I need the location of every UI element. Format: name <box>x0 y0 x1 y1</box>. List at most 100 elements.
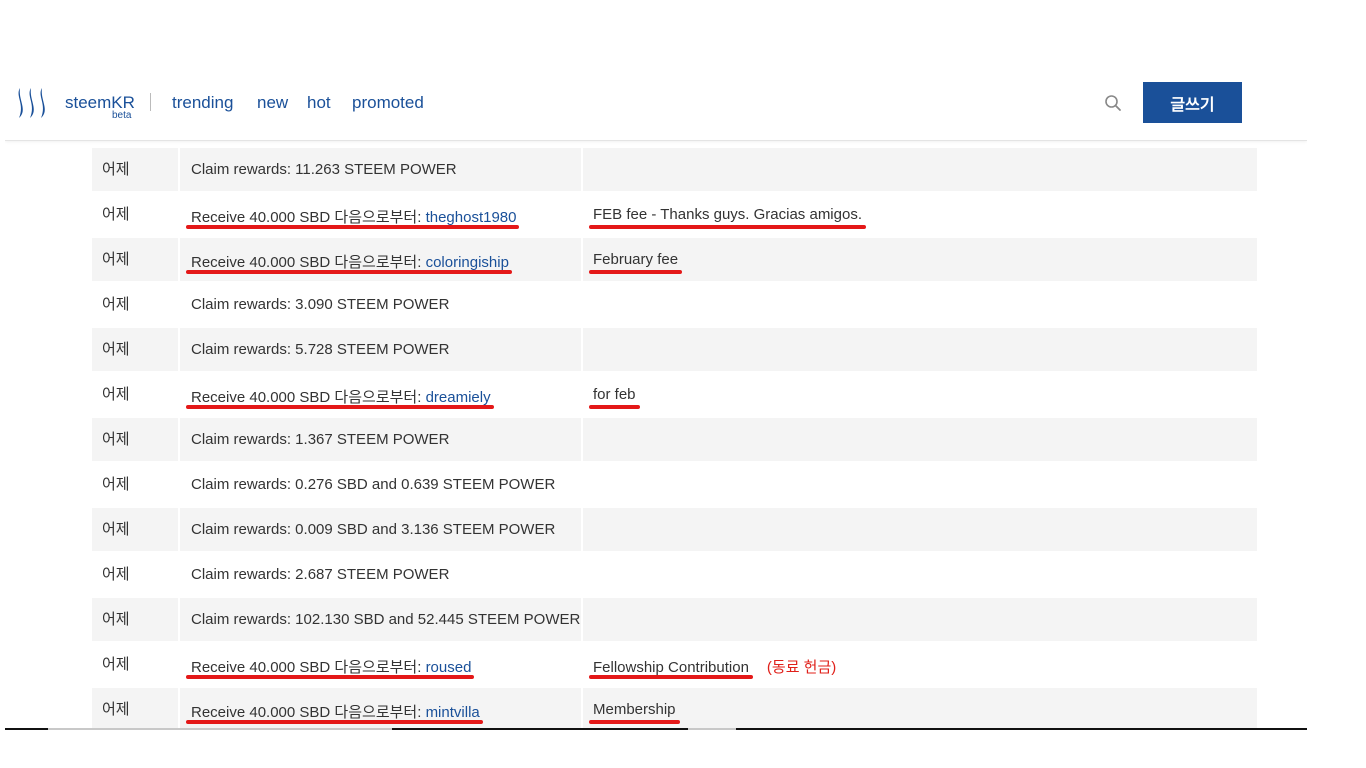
description-cell: Claim rewards: 3.090 STEEM POWER <box>180 283 581 326</box>
row-memo-text: February fee <box>593 251 679 268</box>
row-date: 어제 <box>102 250 130 268</box>
row-date: 어제 <box>102 565 130 583</box>
row-description-text: Receive 40.000 SBD 다음으로부터: <box>191 209 426 226</box>
row-date: 어제 <box>102 655 130 673</box>
row-memo: Fellowship Contribution (동료 헌금) <box>593 656 836 677</box>
date-cell: 어제 <box>92 463 178 506</box>
table-row: 어제 Receive 40.000 SBD 다음으로부터: coloringish… <box>92 238 1257 281</box>
row-description-text: Claim rewards: 0.009 SBD and 3.136 STEEM… <box>191 521 556 538</box>
sender-account-link[interactable]: coloringiship <box>426 254 509 271</box>
row-description: Claim rewards: 11.263 STEEM POWER <box>191 161 457 178</box>
description-cell: Claim rewards: 0.009 SBD and 3.136 STEEM… <box>180 508 581 551</box>
nav-hot[interactable]: hot <box>307 93 331 113</box>
date-cell: 어제 <box>92 193 178 236</box>
red-underline-mark <box>589 405 640 409</box>
red-underline-mark <box>589 675 753 679</box>
date-cell: 어제 <box>92 553 178 596</box>
memo-cell <box>583 598 1257 641</box>
date-cell: 어제 <box>92 688 178 730</box>
date-cell: 어제 <box>92 373 178 416</box>
red-underline-mark <box>589 225 866 229</box>
row-description: Receive 40.000 SBD 다음으로부터: roused <box>191 656 471 677</box>
row-description-text: Receive 40.000 SBD 다음으로부터: <box>191 254 426 271</box>
date-cell: 어제 <box>92 283 178 326</box>
row-description-text: Claim rewards: 11.263 STEEM POWER <box>191 161 457 178</box>
sender-account-link[interactable]: dreamiely <box>426 389 491 406</box>
row-description: Receive 40.000 SBD 다음으로부터: dreamiely <box>191 386 491 407</box>
top-header: steemKR beta trending new hot promoted 글… <box>5 69 1307 141</box>
row-date: 어제 <box>102 295 130 313</box>
memo-cell <box>583 283 1257 326</box>
sender-account-link[interactable]: roused <box>426 659 472 676</box>
red-underline-mark <box>186 720 483 724</box>
brand-beta-label: beta <box>112 110 132 121</box>
row-date: 어제 <box>102 610 130 628</box>
memo-cell <box>583 508 1257 551</box>
write-post-button[interactable]: 글쓰기 <box>1143 82 1242 123</box>
table-row: 어제 Claim rewards: 1.367 STEEM POWER <box>92 418 1257 461</box>
table-row: 어제 Receive 40.000 SBD 다음으로부터: roused Fello… <box>92 643 1257 686</box>
sender-account-link[interactable]: mintvilla <box>426 704 480 721</box>
steem-logo-icon[interactable] <box>14 86 50 120</box>
row-description-text: Claim rewards: 1.367 STEEM POWER <box>191 431 450 448</box>
row-description: Receive 40.000 SBD 다음으로부터: theghost1980 <box>191 206 516 227</box>
memo-cell <box>583 418 1257 461</box>
table-row: 어제 Claim rewards: 11.263 STEEM POWER <box>92 148 1257 191</box>
row-description: Claim rewards: 5.728 STEEM POWER <box>191 341 449 358</box>
description-cell: Claim rewards: 1.367 STEEM POWER <box>180 418 581 461</box>
red-underline-mark <box>589 270 682 274</box>
row-date: 어제 <box>102 700 130 718</box>
description-cell: Claim rewards: 102.130 SBD and 52.445 ST… <box>180 598 581 641</box>
memo-cell <box>583 328 1257 371</box>
row-description-text: Claim rewards: 102.130 SBD and 52.445 ST… <box>191 611 581 628</box>
row-memo-text: Membership <box>593 701 676 718</box>
table-row: 어제 Claim rewards: 102.130 SBD and 52.445 … <box>92 598 1257 641</box>
nav-new[interactable]: new <box>257 93 288 113</box>
red-underline-mark <box>589 720 680 724</box>
row-date: 어제 <box>102 385 130 403</box>
row-description: Receive 40.000 SBD 다음으로부터: coloringiship <box>191 251 509 272</box>
nav-promoted[interactable]: promoted <box>352 93 424 113</box>
description-cell: Receive 40.000 SBD 다음으로부터: theghost1980 <box>180 193 581 236</box>
description-cell: Receive 40.000 SBD 다음으로부터: mintvilla <box>180 688 581 730</box>
memo-cell: Membership <box>583 688 1257 730</box>
row-memo: Membership <box>593 701 676 718</box>
row-description: Claim rewards: 0.276 SBD and 0.639 STEEM… <box>191 476 555 493</box>
nav-trending[interactable]: trending <box>172 93 233 113</box>
sender-account-link[interactable]: theghost1980 <box>426 209 517 226</box>
table-row: 어제 Claim rewards: 3.090 STEEM POWER <box>92 283 1257 326</box>
bottom-border-segment <box>48 728 392 730</box>
row-description-text: Receive 40.000 SBD 다음으로부터: <box>191 659 426 676</box>
memo-cell: for feb <box>583 373 1257 416</box>
row-description: Claim rewards: 3.090 STEEM POWER <box>191 296 449 313</box>
app-frame: 어제 Claim rewards: 11.263 STEEM POWER 어제 Rec… <box>5 69 1307 730</box>
description-cell: Receive 40.000 SBD 다음으로부터: roused <box>180 643 581 686</box>
row-description: Claim rewards: 2.687 STEEM POWER <box>191 566 449 583</box>
memo-cell: FEB fee - Thanks guys. Gracias amigos. <box>583 193 1257 236</box>
row-memo-text: for feb <box>593 386 636 403</box>
table-row: 어제 Claim rewards: 0.276 SBD and 0.639 STE… <box>92 463 1257 506</box>
row-memo: February fee <box>593 251 678 268</box>
table-row: 어제 Claim rewards: 2.687 STEEM POWER <box>92 553 1257 596</box>
table-row: 어제 Receive 40.000 SBD 다음으로부터: mintvilla Me… <box>92 688 1257 730</box>
row-date: 어제 <box>102 205 130 223</box>
memo-cell <box>583 148 1257 191</box>
row-description-text: Claim rewards: 3.090 STEEM POWER <box>191 296 450 313</box>
description-cell: Claim rewards: 5.728 STEEM POWER <box>180 328 581 371</box>
row-memo-text: Fellowship Contribution <box>593 659 749 676</box>
memo-cell: February fee <box>583 238 1257 281</box>
date-cell: 어제 <box>92 148 178 191</box>
description-cell: Receive 40.000 SBD 다음으로부터: dreamiely <box>180 373 581 416</box>
row-description: Receive 40.000 SBD 다음으로부터: mintvilla <box>191 701 480 722</box>
red-underline-mark <box>186 225 519 229</box>
table-row: 어제 Receive 40.000 SBD 다음으로부터: theghost198… <box>92 193 1257 236</box>
nav-separator <box>150 93 151 111</box>
row-description-text: Claim rewards: 0.276 SBD and 0.639 STEEM… <box>191 476 556 493</box>
search-icon[interactable] <box>1104 94 1122 112</box>
description-cell: Claim rewards: 2.687 STEEM POWER <box>180 553 581 596</box>
row-memo: FEB fee - Thanks guys. Gracias amigos. <box>593 206 862 223</box>
memo-cell <box>583 463 1257 506</box>
description-cell: Claim rewards: 0.276 SBD and 0.639 STEEM… <box>180 463 581 506</box>
red-underline-mark <box>186 405 494 409</box>
row-date: 어제 <box>102 340 130 358</box>
